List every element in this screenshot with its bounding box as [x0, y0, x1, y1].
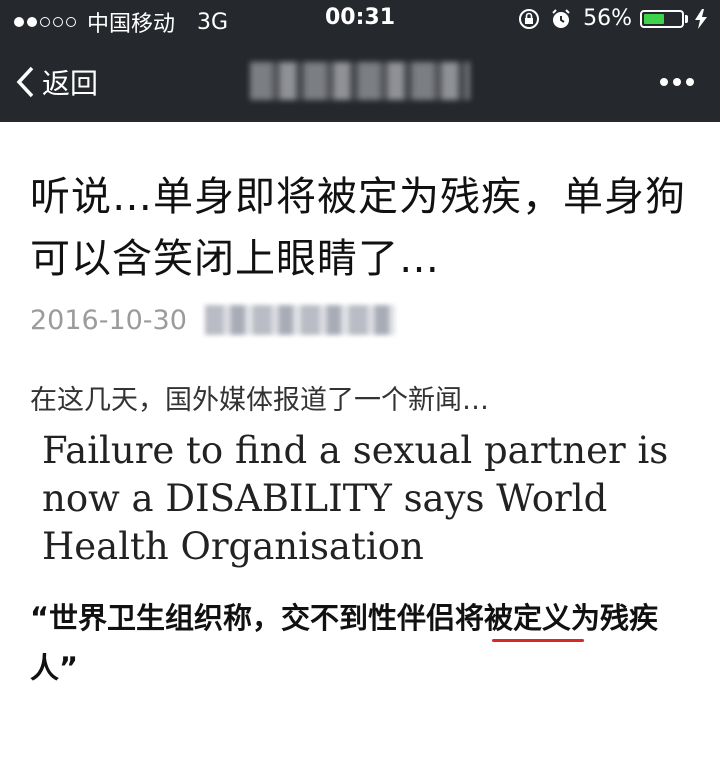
article-caption: “世界卫生组织称，交不到性伴侣将被定义为残疾人” — [30, 601, 659, 685]
back-label: 返回 — [42, 67, 99, 100]
article-date: 2016-10-30 — [30, 304, 187, 336]
highlight-underline — [492, 639, 584, 642]
article: 听说…单身即将被定为残疾，单身狗可以含笑闭上眼睛了… 2016-10-30 在这… — [30, 122, 700, 693]
rotation-lock-icon — [519, 8, 540, 29]
charging-bolt-icon — [695, 8, 707, 29]
back-button[interactable]: 返回 — [16, 62, 98, 102]
status-right: 56% — [517, 6, 708, 31]
alarm-clock-icon — [552, 8, 570, 28]
blurred-author-name[interactable] — [204, 305, 395, 335]
blurred-account-name — [250, 62, 470, 100]
battery-percent: 56% — [583, 6, 632, 31]
article-intro: 在这几天，国外媒体报道了一个新闻… — [30, 385, 489, 416]
nav-bar: 返回 — [0, 40, 720, 122]
headline-image: Failure to find a sexual partner is now … — [42, 429, 669, 568]
article-title: 听说…单身即将被定为残疾，单身狗可以含笑闭上眼睛了… — [30, 174, 686, 282]
battery-icon — [640, 9, 684, 28]
more-icon[interactable] — [655, 78, 694, 86]
status-bar: 中国移动 3G 00:31 56% — [0, 0, 720, 40]
chevron-left-icon — [16, 66, 34, 98]
article-meta: 2016-10-30 — [30, 300, 700, 340]
